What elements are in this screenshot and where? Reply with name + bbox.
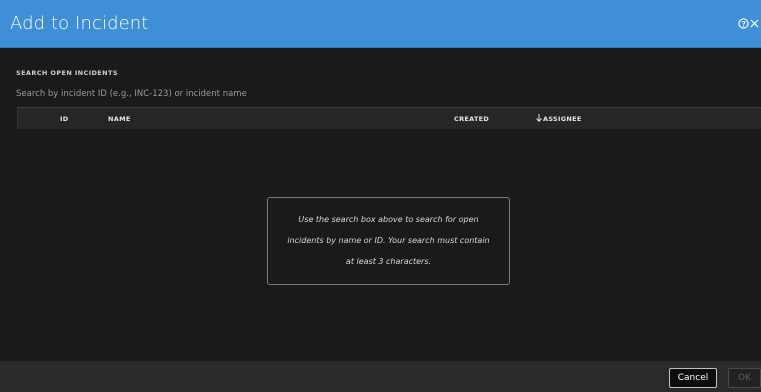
empty-message-line: at least 3 characters.	[345, 257, 432, 266]
sort-descending-icon[interactable]	[535, 113, 543, 123]
column-divider	[17, 108, 18, 129]
close-icon[interactable]	[750, 19, 759, 28]
incidents-table-header: ID NAME CREATED ASSIGNEE	[17, 107, 761, 129]
dialog-header: Add to Incident	[0, 0, 761, 48]
column-header-id[interactable]: ID	[60, 115, 68, 123]
column-header-assignee[interactable]: ASSIGNEE	[543, 115, 582, 123]
dialog-title: Add to Incident	[10, 13, 149, 34]
search-label: SEARCH OPEN INCIDENTS	[16, 69, 118, 77]
ok-button[interactable]: OK	[728, 368, 761, 388]
help-icon[interactable]	[738, 18, 749, 29]
add-to-incident-dialog: Add to Incident SEARCH OPEN INCIDENTS ID…	[0, 0, 761, 392]
dialog-footer: Cancel OK	[0, 361, 761, 392]
search-input[interactable]	[14, 87, 758, 101]
empty-message-line: Use the search box above to search for o…	[298, 215, 479, 224]
column-header-created[interactable]: CREATED	[454, 115, 489, 123]
cancel-button[interactable]: Cancel	[669, 368, 717, 388]
column-header-name[interactable]: NAME	[108, 115, 131, 123]
empty-message-line: incidents by name or ID. Your search mus…	[287, 236, 490, 245]
empty-state-message: Use the search box above to search for o…	[267, 197, 510, 285]
